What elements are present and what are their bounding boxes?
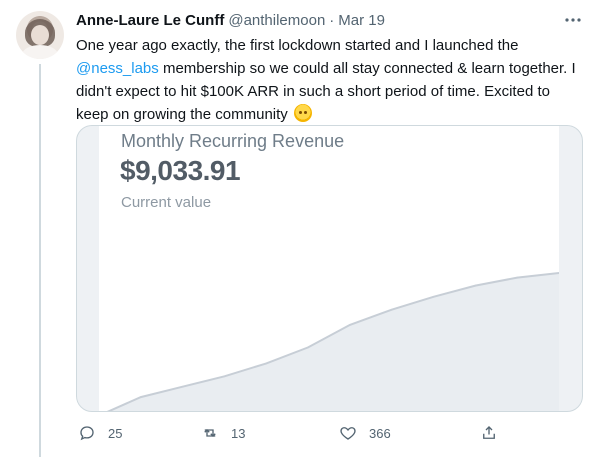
author-handle[interactable]: @anthilemoon [228, 12, 325, 29]
reply-button[interactable]: 25 [78, 420, 122, 446]
retweet-count: 13 [231, 425, 246, 441]
revenue-point-8 [390, 308, 393, 311]
more-horizontal-icon[interactable] [564, 13, 582, 27]
header-separator: · [329, 11, 335, 29]
like-button[interactable]: 366 [339, 420, 391, 446]
revenue-point-4 [223, 375, 226, 378]
reply-count: 25 [108, 425, 123, 441]
like-count: 366 [369, 425, 391, 441]
tweet-date[interactable]: Mar 19 [338, 12, 385, 29]
heart-icon [340, 427, 356, 440]
revenue-point-5 [265, 362, 268, 365]
revenue-area-chart [99, 272, 559, 411]
tweet-header: Anne-Laure Le Cunff @anthilemoon · Mar 1… [76, 10, 385, 30]
tweet-text: One year ago exactly, the first lockdown… [76, 34, 581, 126]
smiling-face-with-hearts-icon [293, 104, 312, 122]
media-card[interactable]: Monthly Recurring Revenue $9,033.91 Curr… [76, 125, 583, 412]
revenue-chart-panel: Monthly Recurring Revenue $9,033.91 Curr… [99, 126, 559, 411]
thread-line [39, 64, 41, 457]
revenue-point-3 [181, 385, 184, 388]
mention-link[interactable]: @ness_labs [76, 60, 159, 77]
revenue-point-2 [140, 396, 142, 398]
share-icon [483, 426, 495, 439]
share-button[interactable] [480, 420, 510, 446]
author-name[interactable]: Anne-Laure Le Cunff [76, 12, 224, 29]
retweet-button[interactable]: 13 [201, 420, 245, 446]
retweet-icon [204, 429, 216, 437]
tweet[interactable]: Anne-Laure Le Cunff @anthilemoon · Mar 1… [0, 0, 599, 457]
tweet-actions: 25 13 366 [76, 420, 581, 446]
revenue-point-7 [349, 324, 351, 326]
revenue-point-11 [516, 276, 518, 279]
reply-icon [80, 426, 94, 441]
avatar[interactable] [16, 11, 64, 59]
avatar-face-shape [31, 25, 49, 45]
tweet-text-part-1: One year ago exactly, the first lockdown… [76, 37, 519, 54]
revenue-point-9 [432, 296, 435, 298]
revenue-point-10 [474, 284, 477, 287]
avatar-shoulders-shape [22, 45, 58, 59]
revenue-point-6 [307, 346, 309, 349]
more-horizontal-icon-svg [565, 18, 581, 22]
